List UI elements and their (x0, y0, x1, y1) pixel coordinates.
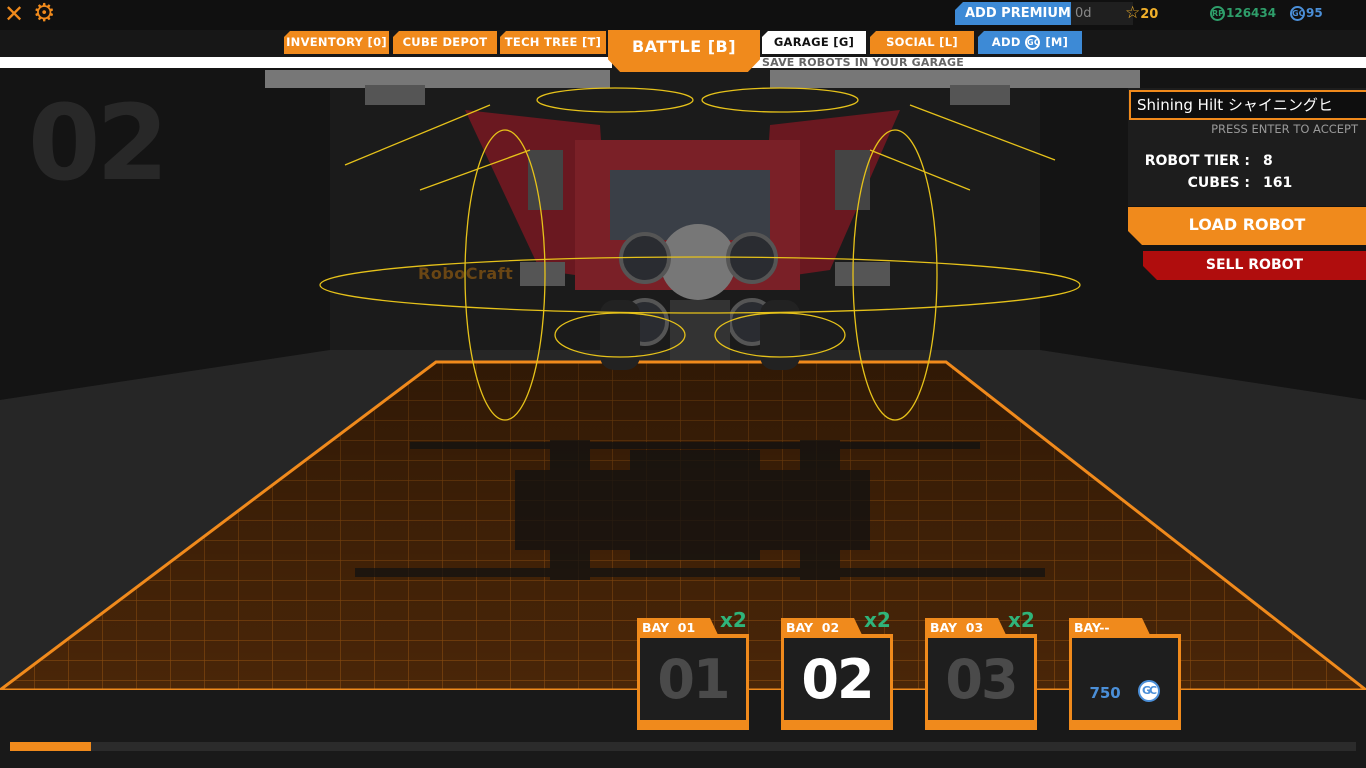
tab-add-gc[interactable]: ADD GC [M] (978, 31, 1082, 54)
garage-subtitle: SAVE ROBOTS IN YOUR GARAGE (762, 56, 964, 69)
tab-tech-tree[interactable]: TECH TREE [T] (500, 31, 606, 54)
bay-number: 01 (640, 638, 746, 720)
bay-slot-03[interactable]: BAY 03 x2 03 (925, 608, 1037, 730)
premium-time-remaining: 0d (1071, 2, 1133, 25)
robot-name-input[interactable]: Shining Hilt シャイニングヒ (1129, 90, 1366, 120)
player-tier-value: 20 (1140, 7, 1159, 22)
gc-currency-icon: GC (1025, 35, 1041, 50)
press-enter-hint: PRESS ENTER TO ACCEPT (1211, 122, 1358, 136)
bay-header: BAY-- (1069, 618, 1152, 639)
tab-social[interactable]: SOCIAL [L] (870, 31, 974, 54)
gc-currency-icon: GC (1137, 680, 1160, 702)
tab-add-shortcut: [M] (1045, 35, 1069, 49)
bay-header: BAY 02 (781, 618, 864, 639)
robot-points: RP 126434 (1210, 3, 1276, 23)
galaxy-credits-value: 95 (1306, 6, 1323, 20)
tab-add-label: ADD (991, 35, 1021, 49)
close-icon[interactable]: ✕ (4, 1, 24, 27)
bay-multiplier: x2 (864, 608, 891, 632)
rp-currency-icon: RP (1210, 6, 1225, 21)
nav-underline-left (0, 57, 612, 68)
bay-price: 750 GC (1072, 638, 1178, 720)
add-premium-button[interactable]: ADD PREMIUM: (955, 2, 1083, 25)
gear-icon[interactable]: ⚙ (33, 0, 55, 26)
bay-slot-01[interactable]: BAY 01 x2 01 (637, 608, 749, 730)
bay-header: BAY 01 (637, 618, 720, 639)
load-robot-button[interactable]: LOAD ROBOT (1128, 207, 1366, 245)
sell-robot-button[interactable]: SELL ROBOT (1143, 251, 1366, 280)
tab-battle[interactable]: BATTLE [B] (608, 30, 760, 72)
robot-tier-label: ROBOT TIER : (1144, 153, 1250, 169)
cubes-value: 161 (1263, 175, 1293, 191)
progress-fill (10, 742, 91, 751)
star-icon: ☆ (1125, 3, 1141, 23)
buy-bay-slot[interactable]: BAY-- 750 GC (1069, 618, 1181, 730)
tab-garage[interactable]: GARAGE [G] (762, 31, 866, 54)
gc-currency-icon: GC (1290, 6, 1305, 21)
player-tier: ☆20 (1125, 3, 1158, 25)
top-bar (0, 0, 1366, 30)
robot-tier-value: 8 (1263, 153, 1273, 169)
tab-inventory[interactable]: INVENTORY [0] (284, 31, 389, 54)
current-bay-number: 02 (28, 82, 169, 204)
bay-number: 02 (784, 638, 890, 720)
bay-multiplier: x2 (1008, 608, 1035, 632)
bay-number: 03 (928, 638, 1034, 720)
galaxy-credits: GC 95 (1290, 3, 1323, 23)
robot-points-value: 126434 (1226, 6, 1277, 20)
progress-bar (10, 742, 1356, 751)
robocraft-logo: RoboCraft (418, 264, 514, 283)
bay-slot-02[interactable]: BAY 02 x2 02 (781, 608, 893, 730)
bay-multiplier: x2 (720, 608, 747, 632)
tab-cube-depot[interactable]: CUBE DEPOT [C] (393, 31, 497, 54)
bay-header: BAY 03 (925, 618, 1008, 639)
bay-price-value: 750 (1089, 684, 1121, 702)
cubes-label: CUBES : (1187, 175, 1250, 191)
